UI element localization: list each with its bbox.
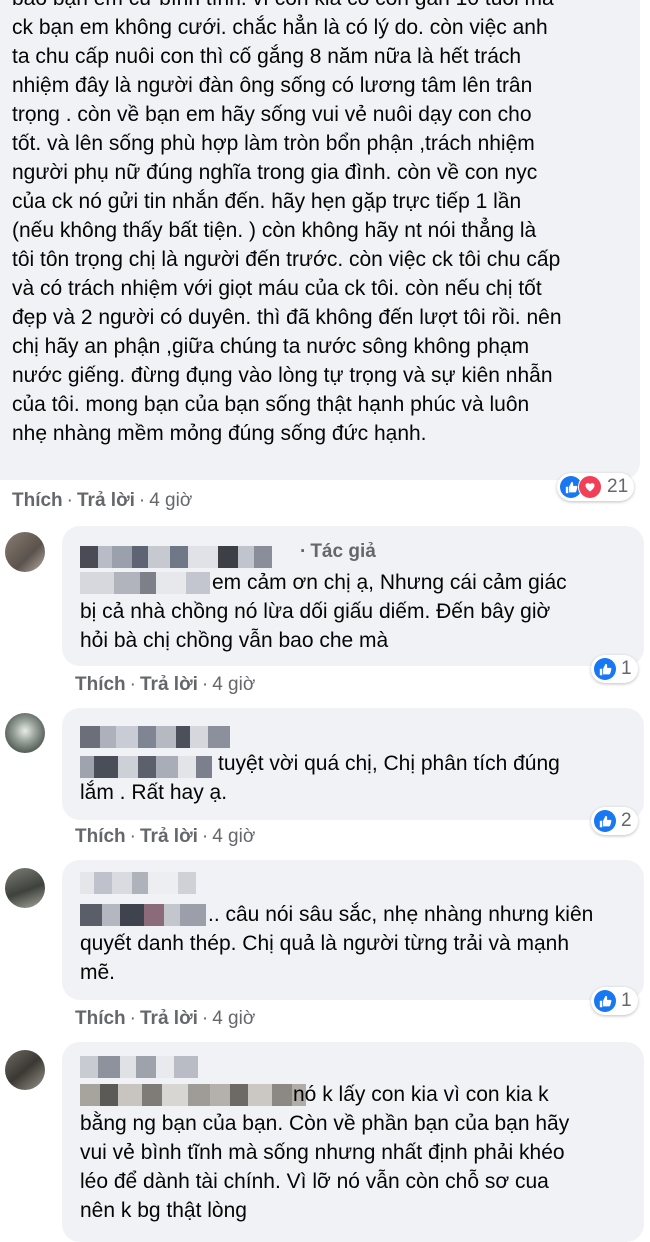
like-icon <box>594 810 616 832</box>
text-line: léo để dành tài chính. Vì lỡ nó vẫn còn … <box>80 1170 549 1193</box>
text-line: ta chu cấp nuôi con thì cố gắng 8 năm nữ… <box>12 45 522 68</box>
text-line: nó k lấy con kia vì con kia k <box>293 1083 549 1106</box>
blurred-username <box>80 546 272 568</box>
reaction-summary[interactable]: 1 <box>591 987 638 1015</box>
like-icon <box>594 658 616 680</box>
reaction-count: 2 <box>621 810 632 831</box>
reply-actions: Thích · Trả lời · 4 giờ <box>75 826 256 847</box>
like-link[interactable]: Thích <box>75 674 126 695</box>
main-comment-text: bảo bạn em cứ bình tĩnh. vì con kia có c… <box>12 0 637 448</box>
like-link[interactable]: Thích <box>75 1008 126 1029</box>
text-line: .. câu nói sâu sắc, nhẹ nhàng nhưng kiên <box>208 903 594 926</box>
text-line: quyết danh thép. Chị quả là người từng t… <box>80 932 570 955</box>
love-icon <box>578 475 602 499</box>
text-line: tôi tôn trọng chị là người đến trước. cò… <box>12 248 561 271</box>
reply-link[interactable]: Trả lời <box>77 490 135 511</box>
text-line: tuyệt vời quá chị, Chị phân tích đúng <box>218 752 560 775</box>
reaction-count: 1 <box>621 990 632 1011</box>
avatar[interactable] <box>5 1050 45 1090</box>
text-line: bảo bạn em cứ bình tĩnh. vì con kia có c… <box>12 0 637 13</box>
text-line: em cảm ơn chị ạ, Nhưng cái cảm giác <box>212 571 567 594</box>
text-line: người phụ nữ đúng nghĩa trong gia đình. … <box>12 161 538 184</box>
text-line: vui vẻ bình tĩnh mà sống nhưng nhất định… <box>80 1141 565 1164</box>
reaction-count: 1 <box>621 658 632 679</box>
text-line: chị hãy an phận ,giữa chúng ta nước sông… <box>12 335 530 358</box>
comment-time: 4 giờ <box>212 826 256 847</box>
avatar[interactable] <box>5 532 45 572</box>
main-reaction-count: 21 <box>607 476 629 497</box>
text-line: đẹp và 2 người có duyên. thì đã không đế… <box>12 306 562 329</box>
reaction-summary[interactable]: 1 <box>591 655 638 683</box>
avatar[interactable] <box>5 868 45 908</box>
blurred-username <box>80 726 230 748</box>
avatar[interactable] <box>5 713 45 753</box>
reply-text: .. câu nói sâu sắc, nhẹ nhàng nhưng kiên… <box>80 900 640 987</box>
text-line: tốt. và lên sống phù hợp làm tròn bổn ph… <box>12 132 535 155</box>
reply-actions: Thích · Trả lời · 4 giờ <box>75 674 256 695</box>
comment-time: 4 giờ <box>212 1008 256 1029</box>
main-reaction-summary[interactable]: 21 <box>557 473 635 501</box>
blurred-username <box>80 872 196 894</box>
text-line: mẽ. <box>80 961 116 984</box>
blurred-username <box>80 1056 198 1078</box>
text-line: (nếu không thấy bất tiện. ) còn không hã… <box>12 219 537 242</box>
author-badge: · Tác giả <box>300 541 376 562</box>
text-line: nước giếng. đừng đụng vào lòng tự trọng … <box>12 364 553 387</box>
main-comment-actions: Thích · Trả lời · 4 giờ <box>12 490 193 511</box>
reply-text: nó k lấy con kia vì con kia k bằng ng bạn… <box>80 1080 640 1225</box>
like-link[interactable]: Thích <box>75 826 126 847</box>
text-line: trọng . còn về bạn em hãy sống vui vẻ nu… <box>12 103 532 126</box>
text-line: và có trách nhiệm với giọt máu của ck tô… <box>12 277 542 300</box>
comment-time: 4 giờ <box>149 490 193 511</box>
like-link[interactable]: Thích <box>12 490 63 511</box>
text-line: nên k bg thật lòng <box>80 1199 247 1222</box>
reply-actions: Thích · Trả lời · 4 giờ <box>75 1008 256 1029</box>
text-line: nhiệm đây là người đàn ông sống có lương… <box>12 74 533 97</box>
reply-link[interactable]: Trả lời <box>140 1008 198 1029</box>
like-icon <box>594 990 616 1012</box>
reaction-summary[interactable]: 2 <box>591 807 638 835</box>
reply-link[interactable]: Trả lời <box>140 826 198 847</box>
text-line: của ck nó gửi tin nhắn đến. hãy hẹn gặp … <box>12 190 522 213</box>
reply-link[interactable]: Trả lời <box>140 674 198 695</box>
text-line: bằng ng bạn của bạn. Còn về phần bạn của… <box>80 1112 570 1135</box>
reply-text: tuyệt vời quá chị, Chị phân tích đúng lắm… <box>80 749 640 807</box>
text-line: nhẹ nhàng mềm mỏng đúng sống đức hạnh. <box>12 422 427 445</box>
reply-text: em cảm ơn chị ạ, Nhưng cái cảm giác bị cả… <box>80 568 640 655</box>
text-line: của tôi. mong bạn của bạn sống thật hạnh… <box>12 393 530 416</box>
comment-time: 4 giờ <box>212 674 256 695</box>
text-line: hỏi bà chị chồng vẫn bao che mà <box>80 629 389 652</box>
text-line: lắm . Rất hay ạ. <box>80 781 228 804</box>
text-line: ck bạn em không cưới. chắc hẳn là có lý … <box>12 16 548 39</box>
text-line: bị cả nhà chồng nó lừa dối giấu diếm. Đế… <box>80 600 551 623</box>
